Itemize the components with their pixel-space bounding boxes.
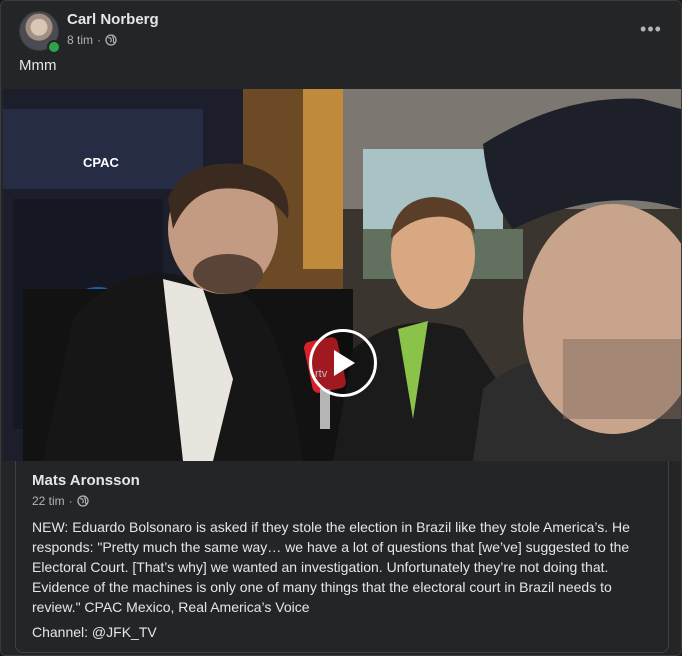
- shared-author-name[interactable]: Mats Aronsson: [32, 472, 140, 489]
- post-header: Carl Norberg 8 tim · •••: [19, 11, 669, 54]
- play-button[interactable]: [309, 329, 377, 397]
- shared-meta: 22 tim ·: [32, 494, 89, 508]
- online-status-dot: [47, 40, 61, 54]
- globe-icon: [77, 495, 89, 507]
- post-card: Carl Norberg 8 tim · ••• Mmm CPAC rtv Ma…: [0, 0, 682, 656]
- shared-post-text: NEW: Eduardo Bolsonaro is asked if they …: [32, 519, 630, 615]
- more-options-icon[interactable]: •••: [639, 17, 663, 41]
- post-text: Mmm: [19, 57, 57, 74]
- video-thumbnail: CPAC rtv: [3, 89, 681, 461]
- video-player[interactable]: CPAC rtv: [3, 89, 681, 461]
- meta-separator: ·: [97, 33, 102, 47]
- shared-channel-text: Channel: @JFK_TV: [32, 624, 157, 640]
- post-time[interactable]: 8 tim: [67, 33, 93, 47]
- globe-icon: [105, 34, 117, 46]
- shared-post[interactable]: Mats Aronsson 22 tim · NEW: Eduardo Bols…: [15, 461, 669, 653]
- post-meta: 8 tim ·: [67, 33, 117, 47]
- post-author-name[interactable]: Carl Norberg: [67, 11, 159, 28]
- meta-separator: ·: [68, 494, 73, 508]
- shared-time[interactable]: 22 tim: [32, 494, 65, 508]
- play-icon: [334, 350, 355, 376]
- backdrop-sign: CPAC: [83, 155, 119, 170]
